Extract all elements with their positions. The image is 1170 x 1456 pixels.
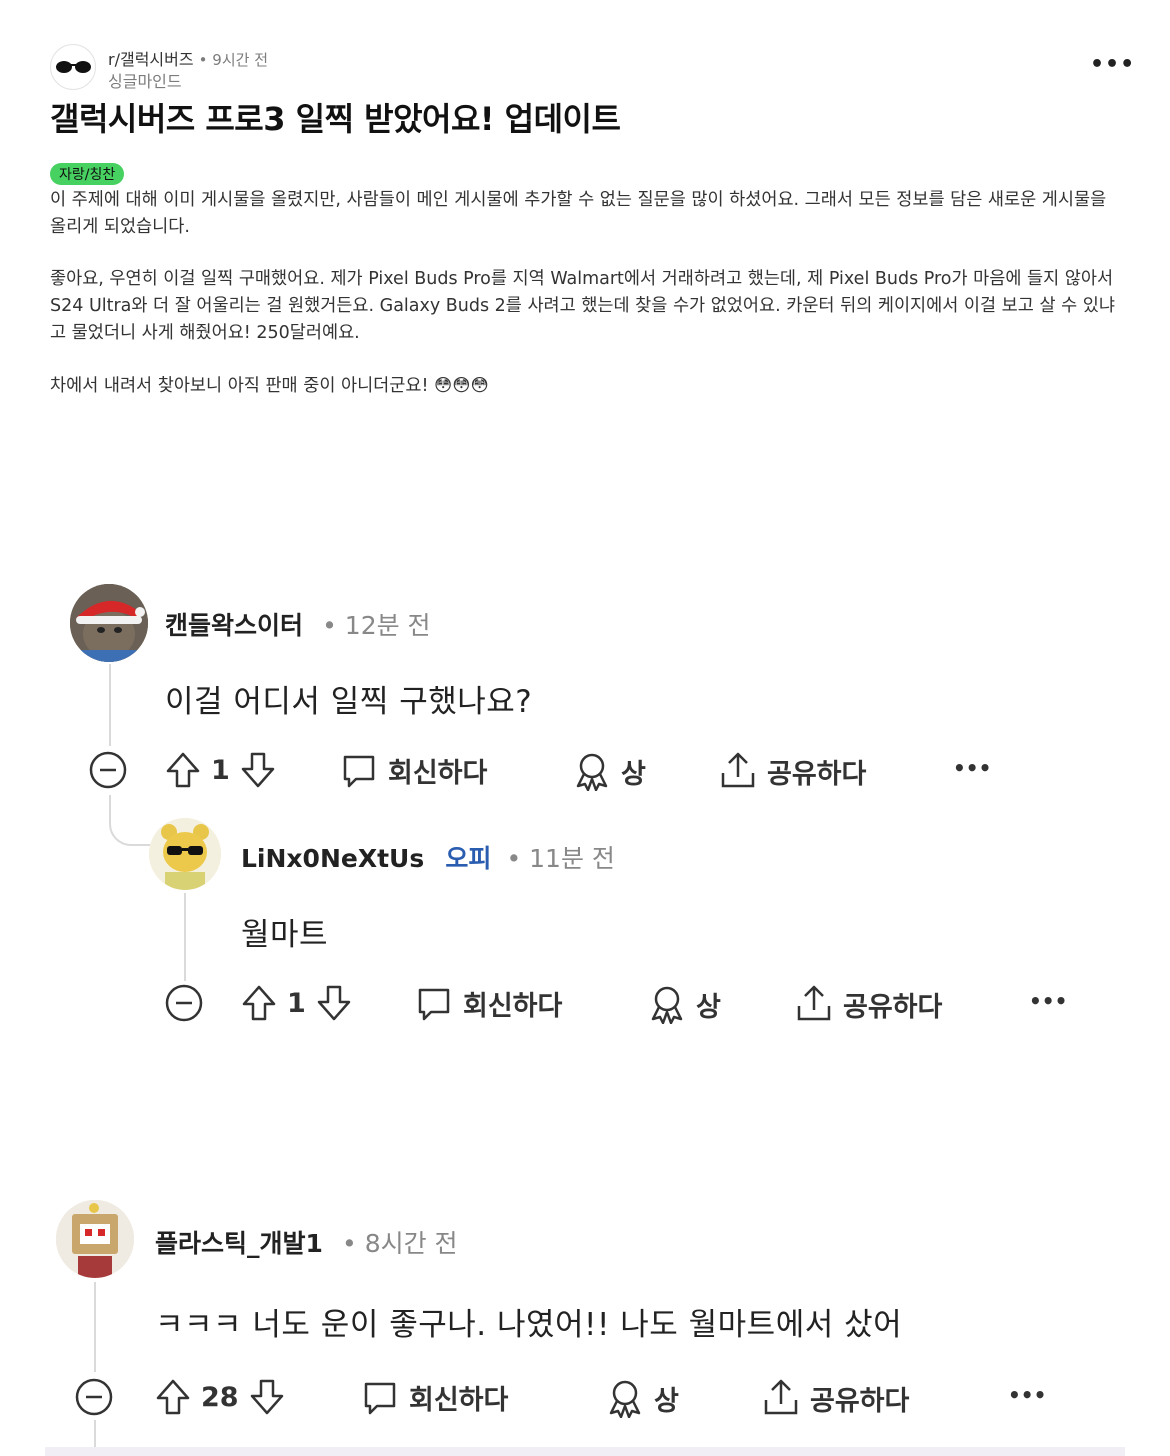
thread-line[interactable] — [184, 893, 186, 981]
vote-count: 1 — [287, 987, 306, 1019]
comment-header: LiNx0NeXtUs 오피 • 11분 전 — [241, 839, 615, 875]
collapse-icon — [165, 984, 203, 1022]
award-icon — [651, 986, 683, 1024]
reply-icon — [418, 988, 450, 1020]
post-paragraph-1: 이 주제에 대해 이미 게시물을 올렸지만, 사람들이 메인 게시물에 추가할 … — [50, 190, 1107, 237]
next-content-edge — [45, 1447, 1125, 1456]
comment-text: 이걸 어디서 일찍 구했나요? — [165, 684, 533, 720]
award-icon — [609, 1380, 641, 1418]
share-label: 공유하다 — [843, 991, 943, 1023]
subreddit-avatar[interactable] — [50, 44, 96, 90]
more-button[interactable]: ••• — [1008, 1383, 1046, 1407]
award-button[interactable]: 상 — [573, 751, 646, 791]
collapse-button[interactable] — [88, 750, 128, 794]
share-label: 공유하다 — [810, 1385, 910, 1417]
comment-header: 캔들왁스이터 • 12분 전 — [165, 606, 431, 642]
op-badge: 오피 — [445, 844, 492, 873]
avatar[interactable] — [149, 818, 221, 890]
award-label: 상 — [696, 991, 721, 1023]
thread-line[interactable] — [94, 1282, 96, 1372]
comment-time: • 11분 전 — [506, 844, 615, 873]
more-button[interactable]: ••• — [953, 756, 991, 780]
share-icon — [764, 1379, 798, 1415]
bear-sunglasses-avatar-icon — [149, 818, 221, 890]
cat-santa-avatar-icon — [70, 584, 148, 662]
reply-button[interactable]: 회신하다 — [340, 751, 487, 790]
collapse-icon — [89, 751, 127, 789]
more-icon: ••• — [1029, 989, 1068, 1013]
comment-username[interactable]: LiNx0NeXtUs — [241, 844, 424, 873]
comment-time: • 8시간 전 — [342, 1229, 458, 1258]
comment-text: ㅋㅋㅋ 너도 운이 좋구나. 나였어!! 나도 월마트에서 샀어 — [155, 1307, 903, 1343]
share-button[interactable]: 공유하다 — [795, 984, 942, 1024]
vote-count: 1 — [211, 754, 230, 786]
share-icon — [797, 985, 831, 1021]
award-label: 상 — [654, 1385, 679, 1417]
comment-header: 플라스틱_개발1 • 8시간 전 — [155, 1224, 458, 1260]
thread-line[interactable] — [109, 795, 111, 813]
vote-group: 1 — [165, 751, 276, 789]
comment-time: • 12분 전 — [322, 611, 431, 640]
reply-icon — [343, 755, 375, 787]
upvote-icon[interactable] — [165, 751, 201, 789]
subreddit-name[interactable]: r/갤럭시버즈 — [108, 50, 194, 69]
comment-username[interactable]: 캔들왁스이터 — [165, 611, 303, 640]
post-more-button[interactable]: ••• — [1090, 52, 1135, 77]
sunglasses-icon — [56, 61, 91, 73]
vote-group: 28 — [155, 1378, 285, 1416]
thread-line[interactable] — [109, 664, 111, 746]
share-button[interactable]: 공유하다 — [762, 1378, 909, 1418]
share-icon — [721, 752, 755, 788]
post-title: 갤럭시버즈 프로3 일찍 받았어요! 업데이트 — [50, 100, 621, 138]
more-icon: ••• — [1008, 1383, 1047, 1407]
vote-count: 28 — [201, 1381, 239, 1413]
share-label: 공유하다 — [767, 758, 867, 790]
downvote-icon[interactable] — [316, 984, 352, 1022]
reply-connector — [109, 812, 157, 846]
post-paragraph-3: 차에서 내려서 찾아보니 아직 판매 중이 아니더군요! 😳😳😳 — [50, 376, 489, 396]
avatar[interactable] — [70, 584, 148, 662]
collapse-button[interactable] — [74, 1377, 114, 1421]
subreddit-line: r/갤럭시버즈 • 9시간 전 — [108, 46, 268, 70]
post-paragraph-2: 좋아요, 우연히 이걸 일찍 구매했어요. 제가 Pixel Buds Pro를… — [50, 269, 1115, 343]
reply-label: 회신하다 — [463, 991, 563, 1022]
post-author[interactable]: 싱글마인드 — [108, 68, 182, 92]
upvote-icon[interactable] — [241, 984, 277, 1022]
more-icon: ••• — [953, 756, 992, 780]
reply-icon — [364, 1382, 396, 1414]
collapse-icon — [75, 1378, 113, 1416]
reply-button[interactable]: 회신하다 — [415, 984, 562, 1023]
post-time: • 9시간 전 — [198, 51, 268, 69]
downvote-icon[interactable] — [249, 1378, 285, 1416]
box-robot-avatar-icon — [56, 1200, 134, 1278]
avatar[interactable] — [56, 1200, 134, 1278]
more-button[interactable]: ••• — [1029, 989, 1067, 1013]
comment-username[interactable]: 플라스틱_개발1 — [155, 1229, 323, 1258]
collapse-button[interactable] — [164, 983, 204, 1027]
award-icon — [576, 753, 608, 791]
comment-text: 월마트 — [241, 917, 329, 953]
downvote-icon[interactable] — [240, 751, 276, 789]
reply-label: 회신하다 — [409, 1385, 509, 1416]
reply-button[interactable]: 회신하다 — [361, 1378, 508, 1417]
post-flair[interactable]: 자랑/칭찬 — [50, 163, 125, 185]
award-button[interactable]: 상 — [606, 1378, 679, 1418]
share-button[interactable]: 공유하다 — [719, 751, 866, 791]
upvote-icon[interactable] — [155, 1378, 191, 1416]
vote-group: 1 — [241, 984, 352, 1022]
reply-label: 회신하다 — [388, 758, 488, 789]
award-label: 상 — [621, 758, 646, 790]
award-button[interactable]: 상 — [648, 984, 721, 1024]
